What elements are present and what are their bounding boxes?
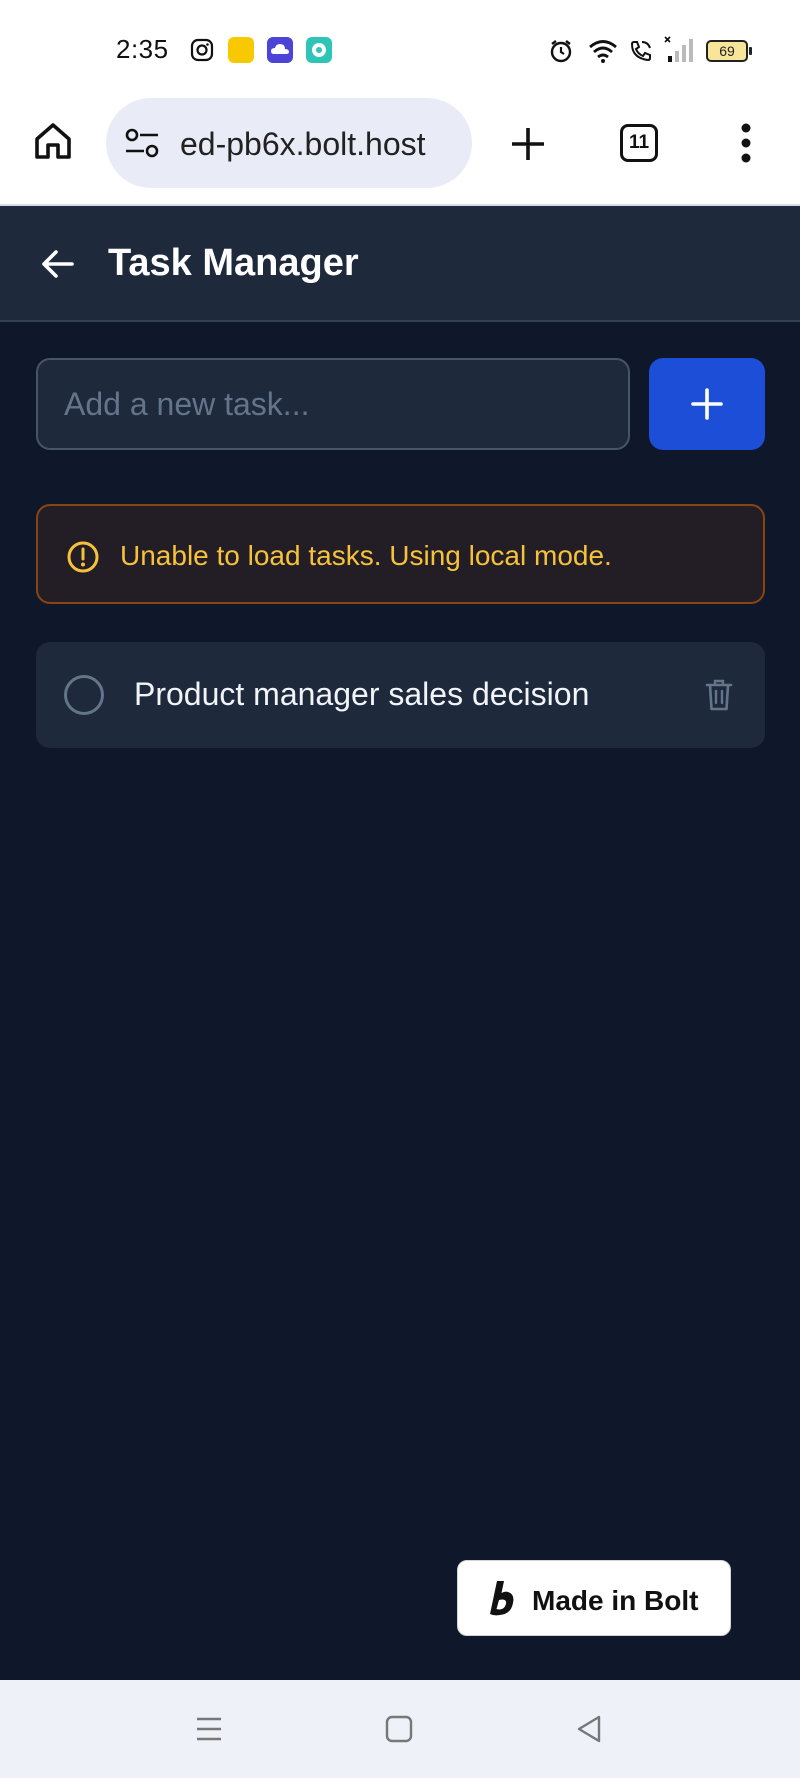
app-header: Task Manager: [0, 206, 800, 322]
wifi-icon: [589, 40, 617, 63]
task-text: Product manager sales decision: [134, 676, 590, 712]
warning-banner: Unable to load tasks. Using local mode.: [36, 504, 765, 604]
signal-icon: [664, 36, 693, 62]
status-time: 2:35: [116, 34, 169, 64]
browser-toolbar: ed-pb6x.bolt.host 11: [0, 90, 800, 206]
warning-message: Unable to load tasks. Using local mode.: [120, 540, 612, 571]
alarm-icon: [550, 40, 572, 63]
page-title: Task Manager: [108, 242, 359, 284]
task-complete-toggle[interactable]: [64, 675, 104, 715]
alert-circle-icon: [67, 541, 99, 573]
system-navigation-bar: [0, 1680, 800, 1778]
status-bar: 2:35 69: [0, 0, 800, 90]
instagram-icon: [190, 38, 214, 62]
add-task-button[interactable]: [649, 358, 765, 450]
more-options-icon[interactable]: [732, 120, 760, 166]
made-in-bolt-label: Made in Bolt: [532, 1585, 699, 1616]
chat-app-icon: [306, 37, 332, 63]
wifi-call-icon: [630, 41, 651, 62]
site-settings-icon[interactable]: [124, 126, 160, 160]
new-tab-icon[interactable]: [508, 124, 548, 164]
back-arrow-icon[interactable]: [38, 244, 78, 284]
task-item: Product manager sales decision: [36, 642, 765, 748]
plus-icon: [691, 388, 723, 420]
back-nav-icon[interactable]: [574, 1714, 604, 1744]
home-icon[interactable]: [32, 120, 74, 162]
recent-apps-icon[interactable]: [194, 1714, 224, 1744]
new-task-input[interactable]: [36, 358, 630, 450]
battery-indicator: 69: [706, 40, 752, 62]
bolt-logo-icon: [490, 1581, 514, 1616]
address-bar[interactable]: ed-pb6x.bolt.host: [106, 98, 472, 188]
tab-switcher-button[interactable]: 11: [620, 124, 658, 162]
url-text: ed-pb6x.bolt.host: [180, 126, 426, 162]
home-nav-icon[interactable]: [384, 1714, 414, 1744]
made-in-bolt-badge[interactable]: Made in Bolt: [457, 1560, 731, 1636]
blinkit-icon: [228, 37, 254, 63]
trash-icon[interactable]: [704, 678, 734, 712]
cloud-app-icon: [267, 37, 293, 63]
